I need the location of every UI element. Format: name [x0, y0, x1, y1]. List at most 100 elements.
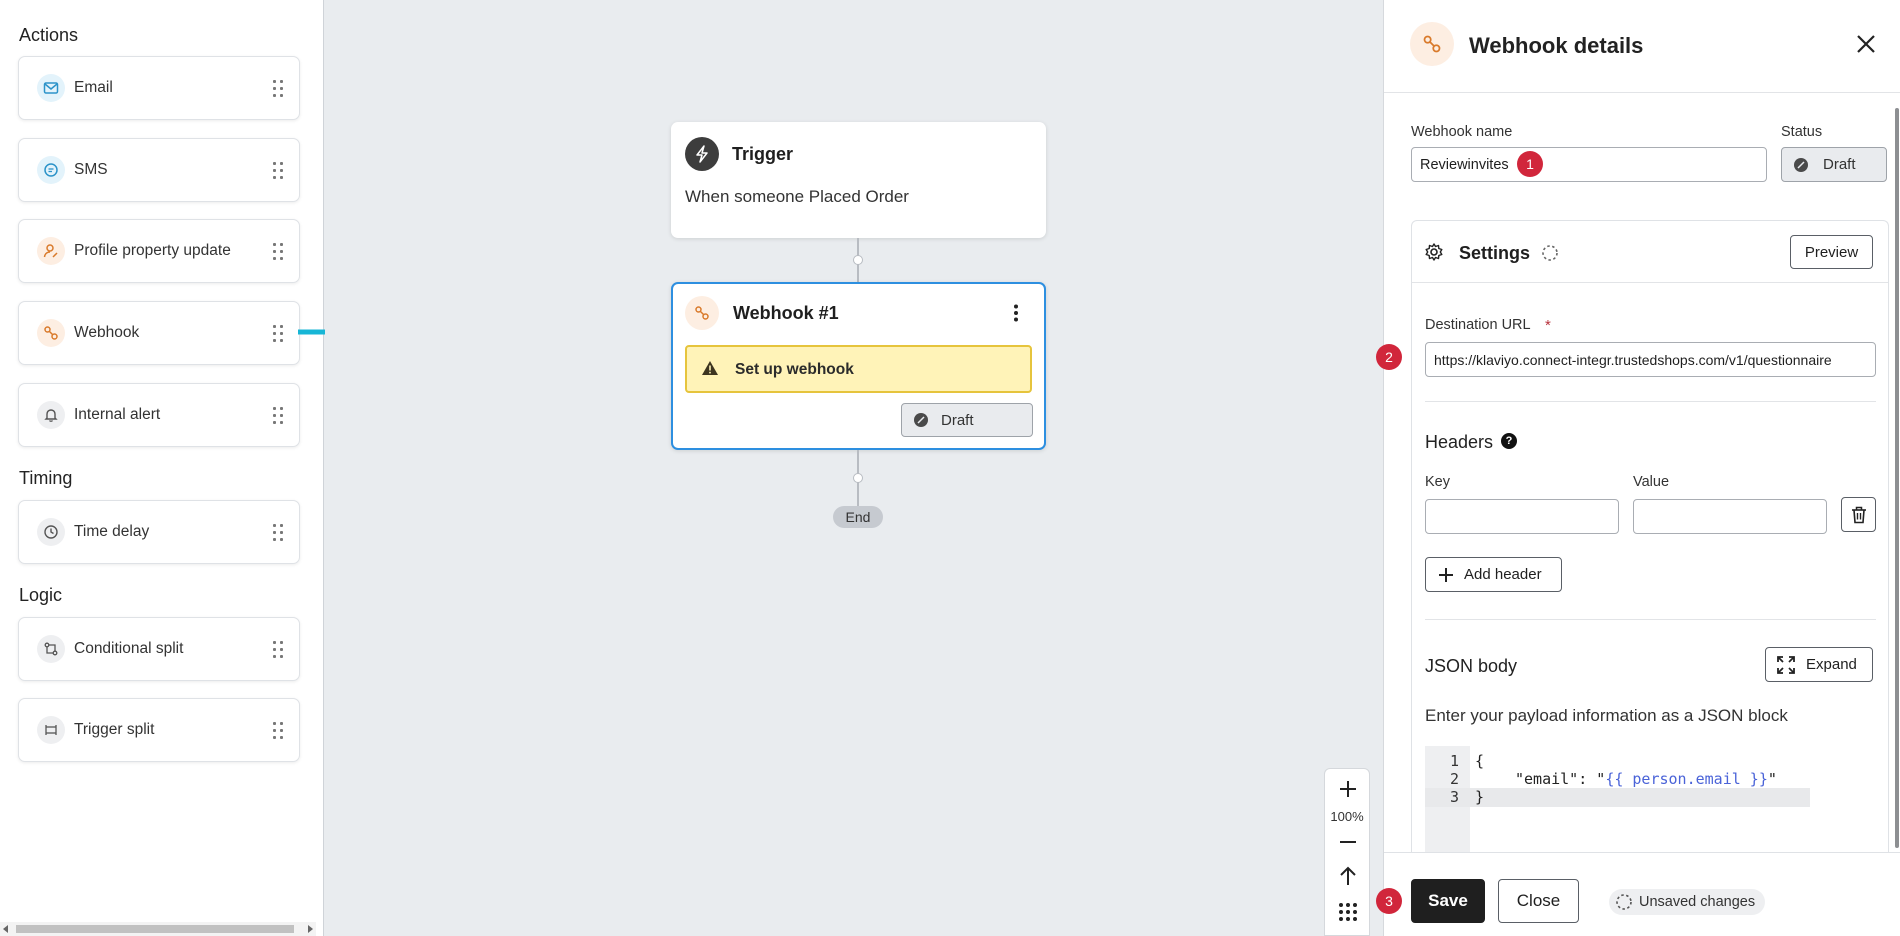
zoom-out-icon[interactable]: [1338, 832, 1358, 857]
more-options-icon[interactable]: [1014, 304, 1018, 322]
add-header-label: Add header: [1464, 566, 1542, 583]
close-icon[interactable]: [1855, 33, 1877, 60]
status-label: Status: [1781, 124, 1823, 140]
drag-handle-icon[interactable]: [273, 162, 283, 180]
settings-divider: [1412, 282, 1888, 283]
draft-icon: [1794, 157, 1808, 172]
sidebar-item-profile-property-update[interactable]: Profile property update: [18, 219, 300, 283]
code-text: {: [1475, 752, 1485, 770]
headers-title: Headers: [1425, 432, 1494, 452]
end-node: End: [833, 506, 883, 528]
code-lines: 1 { 2 "email": " {{ person.email }} " 3 …: [1425, 752, 1777, 806]
required-marker: *: [1545, 317, 1551, 334]
destination-url-input[interactable]: [1425, 342, 1876, 377]
expand-button[interactable]: Expand: [1765, 647, 1873, 682]
sidebar-item-label: Profile property update: [74, 242, 231, 259]
scrollbar-thumb[interactable]: [16, 925, 294, 933]
settings-section: Settings Preview Destination URL * Heade…: [1411, 220, 1889, 936]
trigger-node[interactable]: Trigger When someone Placed Order: [671, 122, 1046, 238]
drag-handle-icon[interactable]: [273, 722, 283, 740]
sidebar-item-label: Internal alert: [74, 406, 161, 423]
horizontal-scrollbar[interactable]: [0, 922, 316, 936]
code-line: 3 }: [1425, 788, 1777, 806]
code-text: }: [1475, 788, 1485, 806]
scroll-left-icon[interactable]: [3, 925, 8, 933]
step-badge-3: 3: [1376, 888, 1402, 914]
code-line: 1 {: [1425, 752, 1777, 770]
drag-handle-icon[interactable]: [273, 407, 283, 425]
expand-icon: [1777, 655, 1795, 674]
sidebar-item-label: Webhook: [74, 324, 140, 341]
sidebar-item-label: Conditional split: [74, 640, 184, 657]
sidebar-item-time-delay[interactable]: Time delay: [18, 500, 300, 564]
sidebar-item-conditional-split[interactable]: Conditional split: [18, 617, 300, 681]
vertical-scrollbar[interactable]: [1895, 108, 1899, 848]
sidebar-item-trigger-split[interactable]: Trigger split: [18, 698, 300, 762]
split-icon: [37, 635, 65, 663]
code-quote: ": [1767, 770, 1777, 788]
trigger-split-icon: [37, 716, 65, 744]
close-button[interactable]: Close: [1498, 879, 1579, 923]
setup-warning-banner[interactable]: Set up webhook: [685, 345, 1032, 393]
grid-icon[interactable]: [1338, 902, 1358, 927]
webhook-name-label: Webhook name: [1411, 124, 1513, 140]
section-title-timing: Timing: [19, 468, 73, 488]
unsaved-changes-badge: Unsaved changes: [1609, 889, 1765, 915]
code-template-variable: {{ person.email }}: [1605, 770, 1768, 788]
connector-dot[interactable]: [853, 255, 863, 265]
header-value-input[interactable]: [1633, 499, 1827, 534]
section-title-actions: Actions: [19, 25, 79, 45]
webhook-icon: [1410, 22, 1454, 66]
sidebar-item-sms[interactable]: SMS: [18, 138, 300, 202]
webhook-node[interactable]: Webhook #1 Set up webhook Draft: [671, 282, 1046, 450]
status-value: Draft: [1823, 156, 1856, 173]
save-button[interactable]: Save: [1411, 879, 1485, 923]
drag-handle-icon[interactable]: [273, 524, 283, 542]
webhook-icon: [37, 319, 65, 347]
trigger-title: Trigger: [732, 144, 794, 164]
warning-icon: [701, 360, 719, 381]
panel-footer: 3 Save Close Unsaved changes: [1376, 852, 1900, 936]
flow-canvas[interactable]: Trigger When someone Placed Order Webhoo…: [325, 0, 1383, 936]
trigger-description: When someone Placed Order: [685, 187, 909, 206]
destination-url-label: Destination URL: [1425, 317, 1531, 333]
header-key-input[interactable]: [1425, 499, 1619, 534]
sidebar-item-webhook[interactable]: Webhook: [18, 301, 300, 365]
arrow-up-icon[interactable]: [1338, 865, 1358, 892]
step-badge-2: 2: [1376, 344, 1402, 370]
drag-handle-icon[interactable]: [273, 80, 283, 98]
preview-button[interactable]: Preview: [1790, 235, 1873, 269]
line-number: 2: [1449, 770, 1459, 788]
connector-dot[interactable]: [853, 473, 863, 483]
sidebar-item-label: Email: [74, 79, 113, 96]
scroll-right-icon[interactable]: [308, 925, 313, 933]
help-icon[interactable]: ?: [1501, 433, 1517, 449]
unsaved-changes-text: Unsaved changes: [1639, 894, 1756, 910]
node-status-badge[interactable]: Draft: [901, 403, 1033, 437]
plus-icon: [1439, 567, 1453, 582]
line-number: 1: [1449, 752, 1459, 770]
sidebar-item-email[interactable]: Email: [18, 56, 300, 120]
sidebar-item-internal-alert[interactable]: Internal alert: [18, 383, 300, 447]
add-header-button[interactable]: Add header: [1425, 557, 1562, 592]
webhook-name-input[interactable]: [1411, 147, 1767, 182]
panel-title: Webhook details: [1469, 33, 1644, 58]
drag-handle-icon[interactable]: [273, 641, 283, 659]
drag-handle-icon[interactable]: [273, 243, 283, 261]
webhook-icon: [685, 296, 719, 330]
header-divider: [1384, 92, 1900, 93]
json-body-title: JSON body: [1425, 656, 1518, 676]
zoom-in-icon[interactable]: [1338, 779, 1358, 804]
gear-icon: [1424, 242, 1444, 267]
delete-header-button[interactable]: [1841, 497, 1876, 532]
status-dropdown[interactable]: Draft: [1781, 147, 1887, 182]
sidebar-item-label: Trigger split: [74, 721, 155, 738]
sidebar-item-label: Time delay: [74, 523, 150, 540]
zoom-level: 100%: [1330, 809, 1364, 824]
sidebar-item-label: SMS: [74, 161, 108, 178]
url-divider: [1425, 401, 1876, 402]
node-status-text: Draft: [941, 411, 974, 429]
expand-label: Expand: [1806, 656, 1857, 673]
drag-handle-icon[interactable]: [273, 325, 283, 343]
lightning-icon: [685, 137, 719, 171]
